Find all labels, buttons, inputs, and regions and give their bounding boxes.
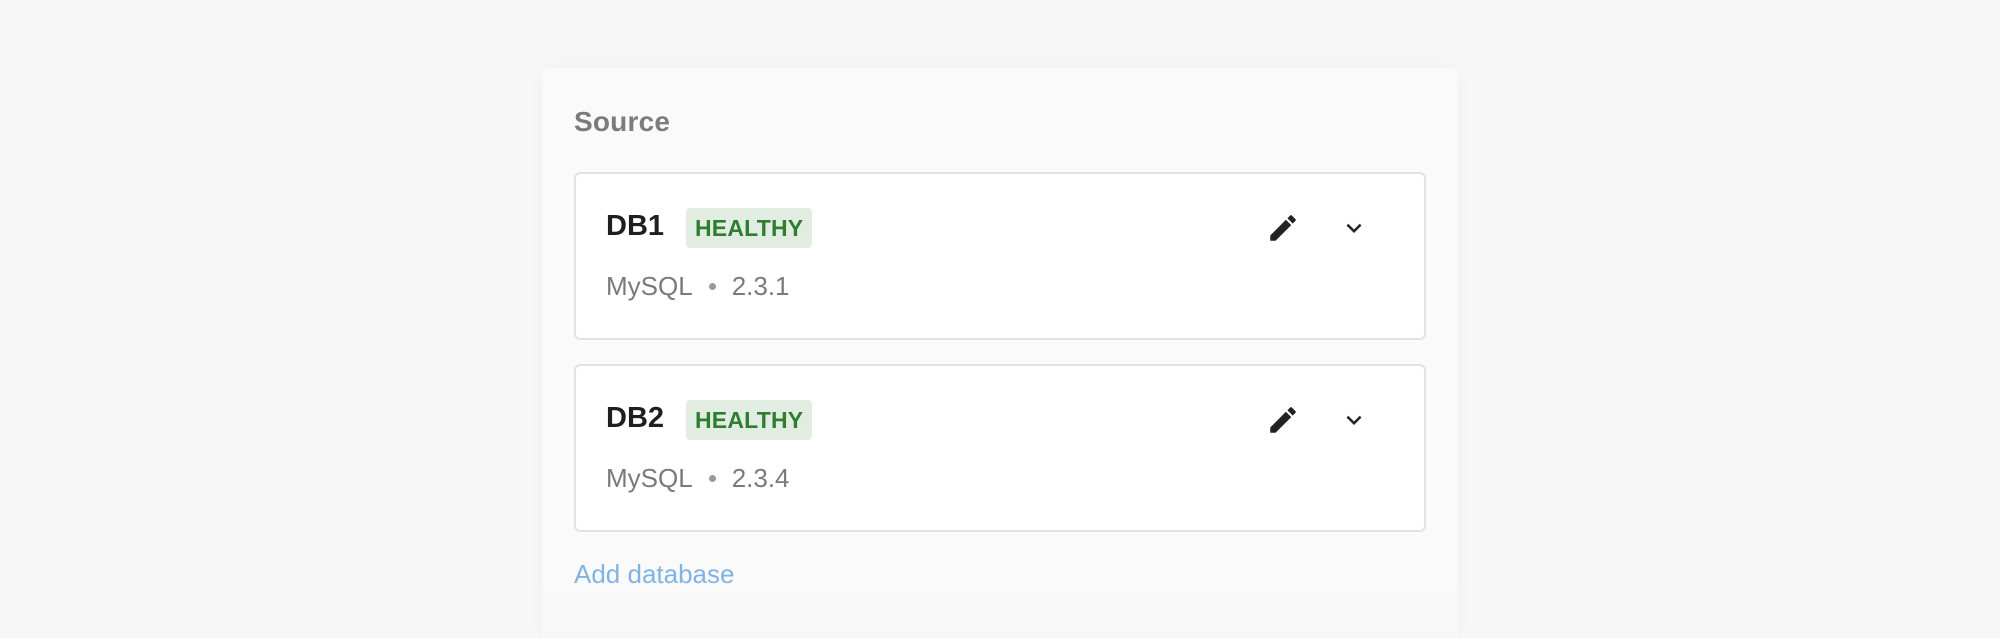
database-engine: MySQL [606, 463, 693, 493]
edit-button[interactable] [1263, 400, 1303, 440]
separator-dot [708, 475, 716, 482]
database-engine: MySQL [606, 271, 693, 301]
database-card: DB1 HEALTHY MySQL 2.3.1 [574, 172, 1426, 340]
pencil-icon [1270, 407, 1296, 433]
database-name: DB2 [606, 402, 665, 434]
database-version: 2.3.1 [731, 271, 790, 301]
chevron-down-icon [1346, 415, 1362, 425]
add-database-link[interactable]: Add database [574, 559, 734, 590]
expand-button[interactable] [1334, 208, 1374, 248]
status-badge: HEALTHY [686, 208, 813, 248]
chevron-down-icon [1346, 223, 1362, 233]
database-name: DB1 [606, 210, 665, 242]
database-version: 2.3.4 [731, 463, 790, 493]
section-title: Source [574, 106, 671, 137]
database-meta: MySQL 2.3.4 [606, 463, 790, 494]
separator-dot [708, 283, 716, 290]
status-badge: HEALTHY [686, 400, 813, 440]
pencil-icon [1270, 215, 1296, 241]
expand-button[interactable] [1334, 400, 1374, 440]
database-card: DB2 HEALTHY MySQL 2.3.4 [574, 364, 1426, 532]
edit-button[interactable] [1263, 208, 1303, 248]
source-panel: Source DB1 HEALTHY MySQL 2.3.1 DB2 HEALT… [542, 68, 1458, 638]
page: Source DB1 HEALTHY MySQL 2.3.1 DB2 HEALT… [0, 0, 2000, 638]
database-meta: MySQL 2.3.1 [606, 271, 790, 302]
